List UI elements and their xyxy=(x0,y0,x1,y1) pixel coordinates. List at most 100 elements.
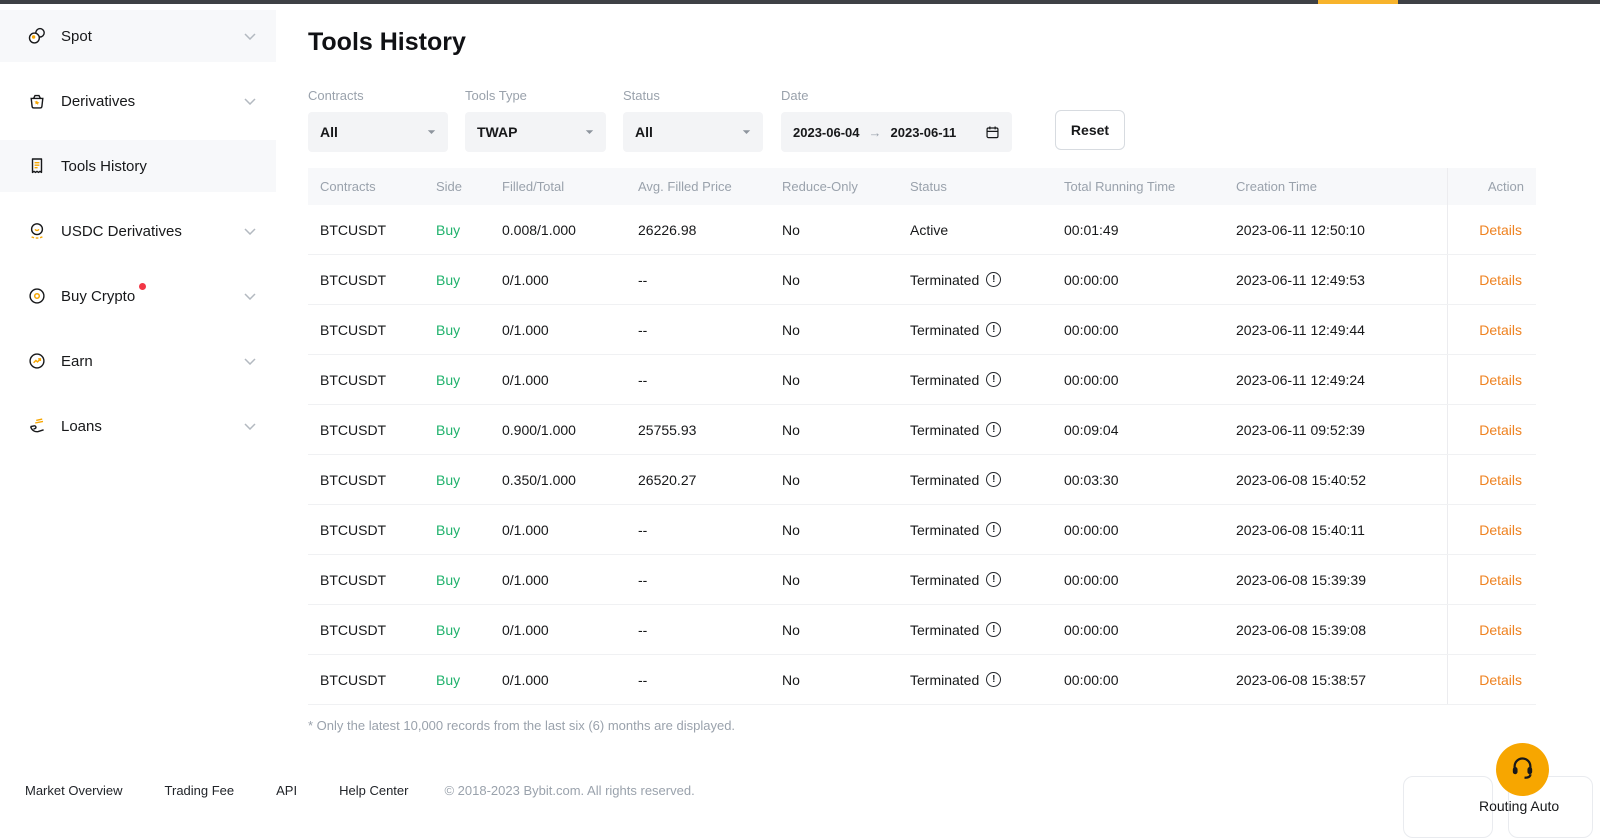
details-link[interactable]: Details xyxy=(1479,472,1522,488)
tools-type-filter-label: Tools Type xyxy=(465,88,606,103)
sidebar-item-derivatives[interactable]: Derivatives xyxy=(0,75,276,127)
table-header-row: ContractsSideFilled/TotalAvg. Filled Pri… xyxy=(308,168,1536,205)
info-icon[interactable]: ! xyxy=(986,622,1001,637)
page-title: Tools History xyxy=(308,28,466,57)
cell-reduce-only: No xyxy=(770,605,898,654)
cell-total-running-time: 00:00:00 xyxy=(1052,255,1224,304)
contracts-filter: Contracts All xyxy=(308,88,448,152)
reset-button[interactable]: Reset xyxy=(1055,110,1125,150)
column-header-status: Status xyxy=(898,168,1052,205)
cell-action: Details xyxy=(1447,555,1536,604)
cell-status: Terminated! xyxy=(898,505,1052,554)
info-icon[interactable]: ! xyxy=(986,422,1001,437)
details-link[interactable]: Details xyxy=(1479,372,1522,388)
sidebar-item-spot[interactable]: Spot xyxy=(0,10,276,62)
caret-down-icon xyxy=(427,129,436,135)
cell-creation-time: 2023-06-08 15:39:39 xyxy=(1224,555,1447,604)
info-icon[interactable]: ! xyxy=(986,672,1001,687)
contracts-filter-label: Contracts xyxy=(308,88,448,103)
loans-icon xyxy=(27,416,47,436)
details-link[interactable]: Details xyxy=(1479,622,1522,638)
info-icon[interactable]: ! xyxy=(986,472,1001,487)
support-chat-button[interactable] xyxy=(1496,743,1549,796)
info-icon[interactable]: ! xyxy=(986,272,1001,287)
headset-icon xyxy=(1509,754,1536,786)
contracts-select[interactable]: All xyxy=(308,112,448,152)
footer-link-trading-fee[interactable]: Trading Fee xyxy=(165,783,235,798)
cell-filled-total: 0.008/1.000 xyxy=(490,205,626,254)
column-header-avg-filled-price: Avg. Filled Price xyxy=(626,168,770,205)
cell-avg-filled-price: -- xyxy=(626,505,770,554)
column-header-contracts: Contracts xyxy=(308,168,424,205)
footer-link-help-center[interactable]: Help Center xyxy=(339,783,408,798)
column-header-reduce-only: Reduce-Only xyxy=(770,168,898,205)
page-footer: Market Overview Trading Fee API Help Center… xyxy=(25,783,695,798)
footer-link-api[interactable]: API xyxy=(276,783,297,798)
status-select-value: All xyxy=(635,124,653,140)
cell-creation-time: 2023-06-11 12:49:24 xyxy=(1224,355,1447,404)
details-link[interactable]: Details xyxy=(1479,222,1522,238)
progress-indicator xyxy=(1318,0,1398,4)
cell-side: Buy xyxy=(424,655,490,704)
cell-avg-filled-price: -- xyxy=(626,255,770,304)
footer-link-market-overview[interactable]: Market Overview xyxy=(25,783,123,798)
cell-avg-filled-price: 26226.98 xyxy=(626,205,770,254)
cell-status: Terminated! xyxy=(898,405,1052,454)
cell-reduce-only: No xyxy=(770,255,898,304)
cell-creation-time: 2023-06-08 15:40:52 xyxy=(1224,455,1447,504)
info-icon[interactable]: ! xyxy=(986,372,1001,387)
cell-status: Terminated! xyxy=(898,305,1052,354)
details-link[interactable]: Details xyxy=(1479,572,1522,588)
table-row: BTCUSDTBuy0/1.000--NoTerminated!00:00:00… xyxy=(308,255,1536,305)
cell-action: Details xyxy=(1447,505,1536,554)
cell-total-running-time: 00:03:30 xyxy=(1052,455,1224,504)
arrow-right-icon: → xyxy=(869,125,882,140)
column-header-filled-total: Filled/Total xyxy=(490,168,626,205)
info-icon[interactable]: ! xyxy=(986,522,1001,537)
sidebar-item-usdc-derivatives[interactable]: USDC Derivatives xyxy=(0,205,276,257)
cell-total-running-time: 00:00:00 xyxy=(1052,555,1224,604)
sidebar-item-label: Spot xyxy=(61,28,92,45)
cell-avg-filled-price: 26520.27 xyxy=(626,455,770,504)
caret-down-icon xyxy=(585,129,594,135)
column-header-creation-time: Creation Time xyxy=(1224,168,1447,205)
cell-total-running-time: 00:00:00 xyxy=(1052,305,1224,354)
cell-avg-filled-price: -- xyxy=(626,655,770,704)
cell-creation-time: 2023-06-08 15:40:11 xyxy=(1224,505,1447,554)
tools-type-select[interactable]: TWAP xyxy=(465,112,606,152)
cell-action: Details xyxy=(1447,605,1536,654)
chevron-down-icon xyxy=(244,33,256,40)
details-link[interactable]: Details xyxy=(1479,322,1522,338)
date-filter-label: Date xyxy=(781,88,1012,103)
cell-total-running-time: 00:01:49 xyxy=(1052,205,1224,254)
cell-contracts: BTCUSDT xyxy=(308,305,424,354)
cell-total-running-time: 00:00:00 xyxy=(1052,605,1224,654)
cell-reduce-only: No xyxy=(770,555,898,604)
info-icon[interactable]: ! xyxy=(986,322,1001,337)
sidebar-item-earn[interactable]: Earn xyxy=(0,335,276,387)
cell-action: Details xyxy=(1447,255,1536,304)
sidebar-item-buy-crypto[interactable]: Buy Crypto xyxy=(0,270,276,322)
cell-side: Buy xyxy=(424,355,490,404)
cell-avg-filled-price: -- xyxy=(626,555,770,604)
details-link[interactable]: Details xyxy=(1479,672,1522,688)
table-row: BTCUSDTBuy0.900/1.00025755.93NoTerminate… xyxy=(308,405,1536,455)
cell-total-running-time: 00:00:00 xyxy=(1052,655,1224,704)
details-link[interactable]: Details xyxy=(1479,272,1522,288)
sidebar: Spot Derivatives Tools History USDC Derivat… xyxy=(0,4,276,828)
info-icon[interactable]: ! xyxy=(986,572,1001,587)
cell-side: Buy xyxy=(424,255,490,304)
table-row: BTCUSDTBuy0/1.000--NoTerminated!00:00:00… xyxy=(308,555,1536,605)
cell-side: Buy xyxy=(424,455,490,504)
contracts-select-value: All xyxy=(320,124,338,140)
date-range-picker[interactable]: 2023-06-04 → 2023-06-11 xyxy=(781,112,1012,152)
status-select[interactable]: All xyxy=(623,112,763,152)
details-link[interactable]: Details xyxy=(1479,522,1522,538)
sidebar-item-tools-history[interactable]: Tools History xyxy=(0,140,276,192)
details-link[interactable]: Details xyxy=(1479,422,1522,438)
table-row: BTCUSDTBuy0/1.000--NoTerminated!00:00:00… xyxy=(308,355,1536,405)
cell-contracts: BTCUSDT xyxy=(308,205,424,254)
cell-reduce-only: No xyxy=(770,655,898,704)
calendar-icon xyxy=(985,125,1000,140)
sidebar-item-loans[interactable]: Loans xyxy=(0,400,276,452)
